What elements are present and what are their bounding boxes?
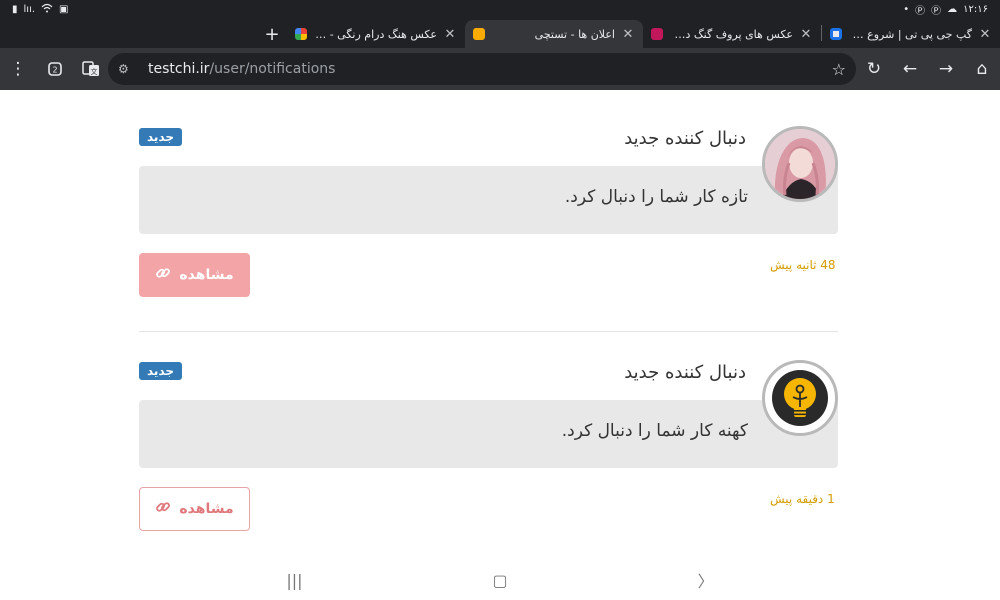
cloud-icon: ☁ <box>947 3 958 15</box>
tab-strip: گپ جی پی تی | شروع چت با ه ✕ عکس های پرو… <box>0 18 1000 48</box>
pinterest-icon: Ⓟ <box>931 5 942 17</box>
avatar[interactable] <box>762 126 838 202</box>
new-badge: جدید <box>139 362 183 380</box>
tab-chatgpt[interactable]: گپ جی پی تی | شروع چت با ه ✕ <box>822 20 1000 48</box>
browser-toolbar: ⋮ 2 文 ⚙ testchi.ir/user/notifications ☆ … <box>0 48 1000 90</box>
view-button[interactable]: مشاهده <box>139 487 250 531</box>
message-box: تازه کار شما را دنبال کرد. <box>139 166 838 234</box>
star-icon[interactable]: ☆ <box>832 60 846 79</box>
view-button-label: مشاهده <box>179 501 234 517</box>
menu-icon[interactable]: ⋮ <box>0 51 36 87</box>
tab-title: گپ جی پی تی | شروع چت با ه <box>848 27 972 41</box>
dot-icon: • <box>903 3 910 15</box>
notification-time: 48 ثانیه پیش <box>770 258 836 272</box>
link-icon <box>155 265 171 285</box>
signal-icon: lıı. <box>23 3 36 15</box>
google-icon <box>295 28 307 40</box>
close-icon[interactable]: ✕ <box>799 27 813 42</box>
yellow-face-icon <box>473 28 485 40</box>
clock-time: ۱۲:۱۶ <box>963 3 988 15</box>
reload-icon[interactable]: ↻ <box>856 51 892 87</box>
back-icon[interactable]: ← <box>892 51 928 87</box>
new-tab-button[interactable]: + <box>257 20 287 48</box>
tab-title: عکس هنگ درام رنگی - Search <box>313 27 437 41</box>
site-info-icon[interactable]: ⚙ <box>118 62 142 76</box>
tab-title: عکس های پروف گنگ دخترونه ٔ <box>669 27 793 41</box>
back-nav-icon[interactable]: 〉 <box>698 568 714 592</box>
notifications-page: تازه کار شما را دنبال کرد. دنبال کننده ج… <box>0 90 1000 560</box>
view-button[interactable]: مشاهده <box>139 253 250 297</box>
notification-message: تازه کار شما را دنبال کرد. <box>564 187 748 207</box>
system-nav-bar: ||| ▢ 〉 <box>0 560 1000 600</box>
ai-icon <box>830 28 842 40</box>
message-box: کهنه کار شما را دنبال کرد. <box>139 400 838 468</box>
notification-title: دنبال کننده جدید <box>624 362 746 383</box>
pinterest-icon: Ⓟ <box>915 5 926 17</box>
view-button-label: مشاهده <box>179 267 234 283</box>
home-icon[interactable]: ⌂ <box>964 51 1000 87</box>
svg-text:2: 2 <box>52 66 57 75</box>
status-icons-left: ▮ lıı. ▣ <box>12 3 68 16</box>
pink-k-icon <box>651 28 663 40</box>
close-icon[interactable]: ✕ <box>978 27 992 42</box>
lock-icon: ▣ <box>59 3 69 15</box>
close-icon[interactable]: ✕ <box>443 27 457 42</box>
url-text: testchi.ir/user/notifications <box>148 61 336 77</box>
home-nav-icon[interactable]: ▢ <box>493 571 508 590</box>
close-icon[interactable]: ✕ <box>621 27 635 42</box>
recents-icon[interactable]: ||| <box>286 571 302 590</box>
notification-title: دنبال کننده جدید <box>624 128 746 149</box>
wifi-icon <box>41 3 53 16</box>
translate-icon[interactable]: 文 <box>73 51 109 87</box>
forward-icon[interactable]: → <box>928 51 964 87</box>
status-icons-right: • Ⓟ Ⓟ ☁ ۱۲:۱۶ <box>903 2 988 17</box>
address-bar[interactable]: ⚙ testchi.ir/user/notifications ☆ <box>108 53 856 85</box>
notification-message: کهنه کار شما را دنبال کرد. <box>561 421 748 441</box>
notification-time: 1 دقیقه پیش <box>770 492 835 506</box>
tab-google-search[interactable]: عکس هنگ درام رنگی - Search ✕ <box>287 20 465 48</box>
tab-switcher-icon[interactable]: 2 <box>37 51 73 87</box>
tab-profile-pics[interactable]: عکس های پروف گنگ دخترونه ٔ ✕ <box>643 20 821 48</box>
avatar[interactable] <box>762 360 838 436</box>
battery-icon: ▮ <box>12 3 18 15</box>
new-badge: جدید <box>139 128 183 146</box>
tab-notifications[interactable]: اعلان ها - تستچی ✕ <box>465 20 643 48</box>
tab-title: اعلان ها - تستچی <box>534 27 615 41</box>
divider <box>139 331 838 332</box>
svg-text:文: 文 <box>91 67 98 76</box>
link-icon <box>155 499 171 519</box>
system-status-bar: ▮ lıı. ▣ • Ⓟ Ⓟ ☁ ۱۲:۱۶ <box>0 0 1000 18</box>
